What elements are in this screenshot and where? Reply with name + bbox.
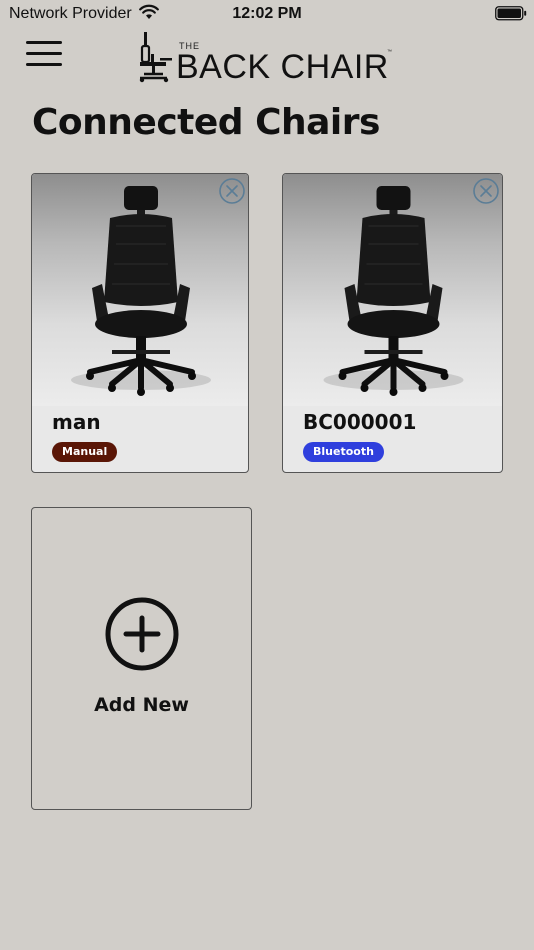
connection-type-badge: Bluetooth bbox=[303, 442, 384, 462]
plus-circle-icon bbox=[105, 597, 179, 671]
chair-image bbox=[283, 174, 502, 406]
battery-icon bbox=[495, 6, 527, 26]
app-logo: THE BACK CHAIR ™ bbox=[136, 28, 398, 86]
close-circle-icon bbox=[473, 178, 499, 204]
chair-card[interactable]: man Manual bbox=[31, 173, 249, 473]
chair-name: man bbox=[52, 410, 101, 434]
chair-card[interactable]: BC000001 Bluetooth bbox=[282, 173, 503, 473]
status-bar: Network Provider 12:02 PM bbox=[0, 0, 534, 28]
logo-text: BACK CHAIR bbox=[176, 48, 389, 86]
remove-chair-button[interactable] bbox=[218, 177, 246, 205]
add-new-chair-button[interactable]: Add New bbox=[31, 507, 252, 810]
page-title: Connected Chairs bbox=[32, 102, 380, 143]
chair-name: BC000001 bbox=[303, 410, 417, 434]
add-new-label: Add New bbox=[94, 694, 189, 716]
chair-logo-icon bbox=[139, 32, 172, 83]
connection-type-badge: Manual bbox=[52, 442, 118, 462]
remove-chair-button[interactable] bbox=[472, 177, 500, 205]
close-circle-icon bbox=[219, 178, 245, 204]
chair-image bbox=[32, 174, 248, 406]
clock: 12:02 PM bbox=[232, 5, 302, 22]
hamburger-menu-icon bbox=[26, 41, 62, 44]
menu-button[interactable] bbox=[26, 39, 62, 69]
logo-trademark: ™ bbox=[387, 49, 392, 55]
